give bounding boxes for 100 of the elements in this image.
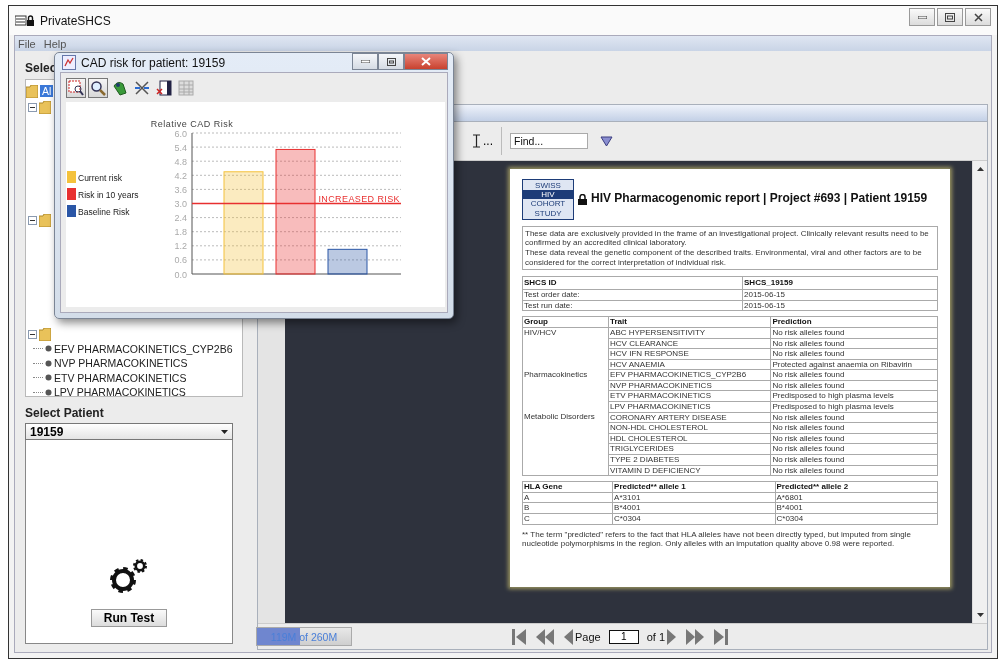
table-cell: No risk alleles found	[770, 443, 938, 455]
maximize-button[interactable]	[378, 53, 404, 70]
gears-icon	[110, 559, 148, 593]
tree-item[interactable]: Al	[40, 85, 54, 97]
legend-item: Risk in 10 years	[67, 188, 139, 200]
legend-label: Risk in 10 years	[78, 190, 139, 200]
page-label: Page	[575, 630, 601, 643]
table-cell: HIV/HCV	[524, 327, 557, 337]
tick-label: 6.0	[174, 128, 187, 139]
table-cell: No risk alleles found	[770, 348, 938, 360]
disclaimer-text: These data reveal the genetic component of the described traits. Environmental, viral and other factors are to be considered for the correct interpretation of individual risk.	[525, 247, 923, 268]
table-cell: NON-HDL CHOLESTEROL	[608, 422, 771, 434]
first-page-icon[interactable]	[512, 628, 526, 645]
table-cell: TYPE 2 DIABETES	[608, 454, 771, 466]
table-cell: LPV PHARMACOKINETICS	[608, 401, 771, 413]
tick-label: 4.2	[174, 170, 187, 181]
patient-dropdown[interactable]: 19159	[25, 423, 233, 440]
export-tool[interactable]	[154, 78, 174, 98]
tree-item[interactable]: NVP PHARMACOKINETICS	[54, 357, 188, 370]
legend-label: Baseline Risk	[78, 207, 131, 217]
tree-item[interactable]: ETV PHARMACOKINETICS	[54, 371, 187, 384]
table-cell: Pharmacokinetics	[524, 369, 588, 379]
table-cell: Protected against anaemia on Ribavirin	[770, 359, 938, 370]
table-cell: HDL CHOLESTEROL	[608, 433, 771, 444]
dialog-title: CAD risk for patient: 19159	[81, 55, 226, 70]
tick-label: 0.0	[174, 269, 187, 280]
table-cell: Test run date:	[522, 300, 743, 311]
menu-item[interactable]: File	[18, 37, 36, 50]
table-cell: C*0304	[775, 513, 938, 525]
close-button[interactable]	[404, 53, 448, 70]
table-cell: Predisposed to high plasma levels	[770, 401, 938, 413]
bullet-icon	[45, 345, 52, 353]
table-cell: 2015-06-15	[742, 300, 938, 311]
table-cell: NVP PHARMACOKINETICS	[608, 380, 771, 391]
table-cell: No risk alleles found	[770, 412, 938, 423]
find-field[interactable]: Find...	[510, 133, 588, 149]
collapse-icon[interactable]	[28, 216, 37, 226]
tick-label: 3.0	[174, 199, 187, 209]
table-cell: A*6801	[775, 492, 938, 503]
table-cell: C*0304	[612, 513, 776, 525]
tick-label: 5.4	[174, 142, 187, 153]
footnote: ** The term "predicted" refers to the fact that HLA alleles have not been directly typed, but imputed from single nucleotide polymorphisms in the region. Only alleles with an imputation quality above 0.98 were reported.	[522, 529, 912, 549]
table-cell: HCV ANAEMIA	[608, 359, 771, 370]
table-cell: B	[522, 502, 613, 514]
page-count-label: of 1	[646, 630, 666, 643]
fast-forward-icon[interactable]	[686, 628, 705, 645]
table-cell: No risk alleles found	[770, 369, 938, 381]
scrollbar[interactable]	[972, 161, 987, 623]
table-cell: ETV PHARMACOKINETICS	[608, 390, 771, 402]
zoom-tool[interactable]	[88, 78, 108, 98]
close-button[interactable]	[965, 8, 991, 26]
next-page-icon[interactable]	[667, 628, 677, 645]
menu-item[interactable]: Help	[43, 37, 67, 50]
tick-label: 4.8	[174, 156, 187, 167]
table-cell: Predisposed to high plasma levels	[770, 390, 938, 402]
window-title: PrivateSHCS	[40, 13, 111, 28]
table-cell: EFV PHARMACOKINETICS_CYP2B6	[608, 369, 771, 381]
text-select-icon[interactable]	[472, 134, 481, 148]
rewind-icon[interactable]	[536, 628, 554, 645]
table-cell: HCV CLEARANCE	[608, 338, 771, 349]
zoom-box-tool[interactable]	[66, 78, 86, 98]
column-header: Prediction	[770, 316, 938, 328]
table-cell: VITAMIN D DEFICIENCY	[608, 465, 771, 476]
tick-label: 2.4	[174, 213, 187, 224]
collapse-icon[interactable]	[28, 102, 37, 112]
dropdown-arrow-icon[interactable]	[600, 135, 613, 147]
table-cell: CORONARY ARTERY DISEASE	[608, 412, 771, 423]
tree-item[interactable]: EFV PHARMACOKINETICS_CYP2B6	[54, 342, 233, 355]
axis-title: Relative CAD Risk	[150, 119, 234, 129]
table-cell: No risk alleles found	[770, 422, 938, 434]
table-cell: No risk alleles found	[770, 338, 938, 349]
column-header: Predicted** allele 2	[775, 481, 938, 493]
scroll-down-icon[interactable]	[976, 613, 984, 617]
table-cell: HCV IFN RESPONSE	[608, 348, 771, 360]
table-cell: ABC HYPERSENSITIVITY	[608, 327, 771, 338]
table-cell: B*4001	[775, 502, 938, 514]
maximize-icon	[945, 12, 955, 22]
section-heading: Select Patient	[25, 406, 104, 422]
tick-label: 0.6	[174, 255, 187, 266]
collapse-icon[interactable]	[28, 329, 37, 339]
tick-label: 3.6	[174, 184, 187, 195]
close-icon	[421, 57, 431, 66]
table-cell: 2015-06-15	[742, 289, 938, 301]
chart-app-icon	[62, 55, 76, 70]
scroll-up-icon[interactable]	[976, 167, 984, 171]
last-page-icon[interactable]	[714, 628, 729, 645]
bullet-icon	[45, 359, 52, 367]
table-cell: Metabolic Disorders	[524, 412, 595, 422]
folder-icon	[39, 214, 51, 228]
threshold-label: INCREASED RISK	[318, 193, 400, 204]
previous-page-icon[interactable]	[564, 628, 573, 645]
overflow-label[interactable]: ...	[483, 134, 493, 148]
page-number-field[interactable]: 1	[608, 629, 639, 644]
run-test-button[interactable]: Run Test	[90, 609, 168, 627]
lock-icon	[578, 193, 587, 205]
table-cell: No risk alleles found	[770, 433, 938, 444]
table-cell: No risk alleles found	[770, 327, 938, 338]
maximize-button[interactable]	[937, 8, 963, 26]
tree-item[interactable]: LPV PHARMACOKINETICS	[54, 386, 186, 396]
table-cell: Test order date:	[522, 289, 743, 301]
